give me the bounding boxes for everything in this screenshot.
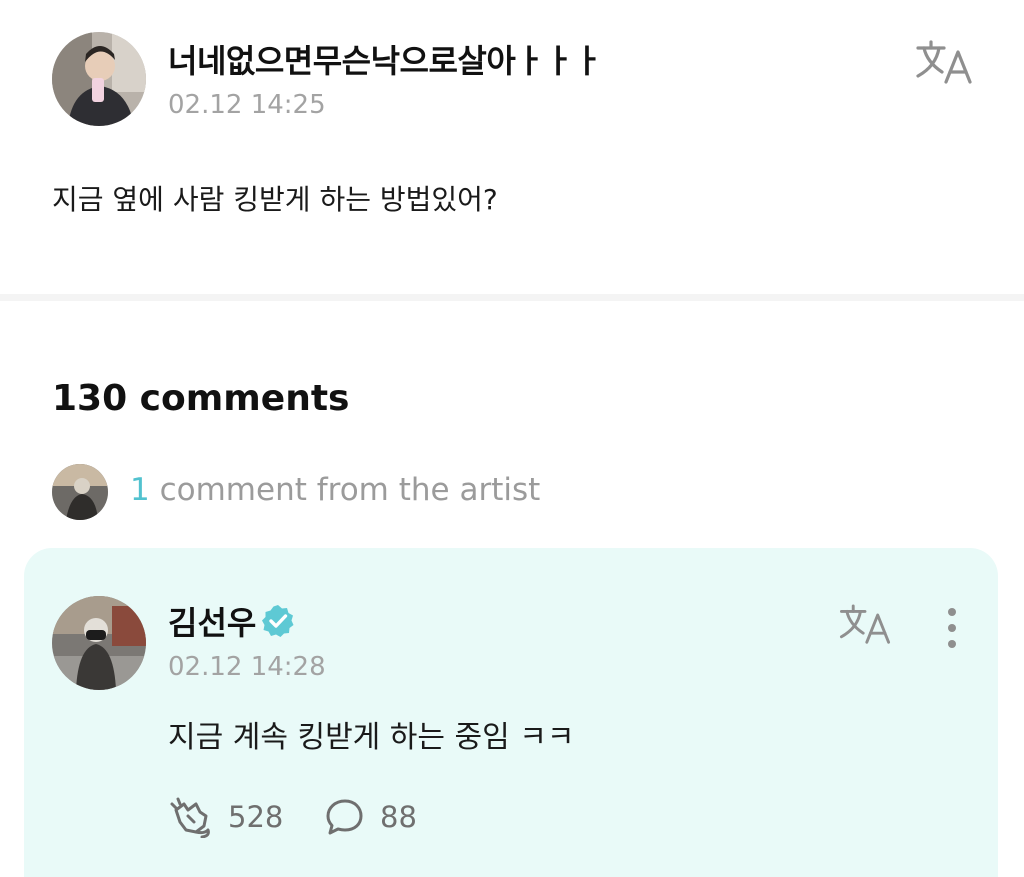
artist-comment-author[interactable]: 김선우 [168,598,296,644]
comments-count-heading: 130 comments [52,378,350,419]
post-author-name[interactable]: 너네없으면무슨낙으로살아ㅏㅏㅏ [168,36,603,82]
reply-count: 88 [380,800,417,834]
post-body-text: 지금 옆에 사람 킹받게 하는 방법있어? [52,183,498,216]
more-vertical-icon[interactable] [940,606,964,650]
verified-badge-icon [262,605,294,637]
translate-icon[interactable] [836,602,894,648]
artist-comments-link[interactable]: 1 comment from the artist [130,472,540,508]
artist-comment-label: comment from the artist [149,472,541,508]
cheer-hand-icon [170,797,210,838]
artist-comment-count: 1 [130,472,150,508]
artist-name: 김선우 [168,604,257,642]
artist-avatar-small [52,464,108,520]
like-count: 528 [228,800,284,834]
section-divider [0,294,1024,301]
post-timestamp: 02.12 14:25 [168,90,326,120]
artist-comment-timestamp: 02.12 14:28 [168,652,326,682]
avatar-photo [52,596,146,690]
post-author-avatar[interactable] [52,32,146,126]
artist-comment-body: 지금 계속 킹받게 하는 중임 ㅋㅋ [168,720,575,755]
reply-button[interactable]: 88 [324,796,417,838]
artist-avatar[interactable] [52,596,146,690]
translate-icon[interactable] [912,38,976,88]
avatar-photo [52,32,146,126]
speech-bubble-icon [326,799,363,835]
post-detail-screen: 너네없으면무슨낙으로살아ㅏㅏㅏ 02.12 14:25 지금 옆에 사람 킹받게… [0,0,1024,877]
avatar-photo [52,464,108,520]
like-button[interactable]: 528 [168,796,283,838]
